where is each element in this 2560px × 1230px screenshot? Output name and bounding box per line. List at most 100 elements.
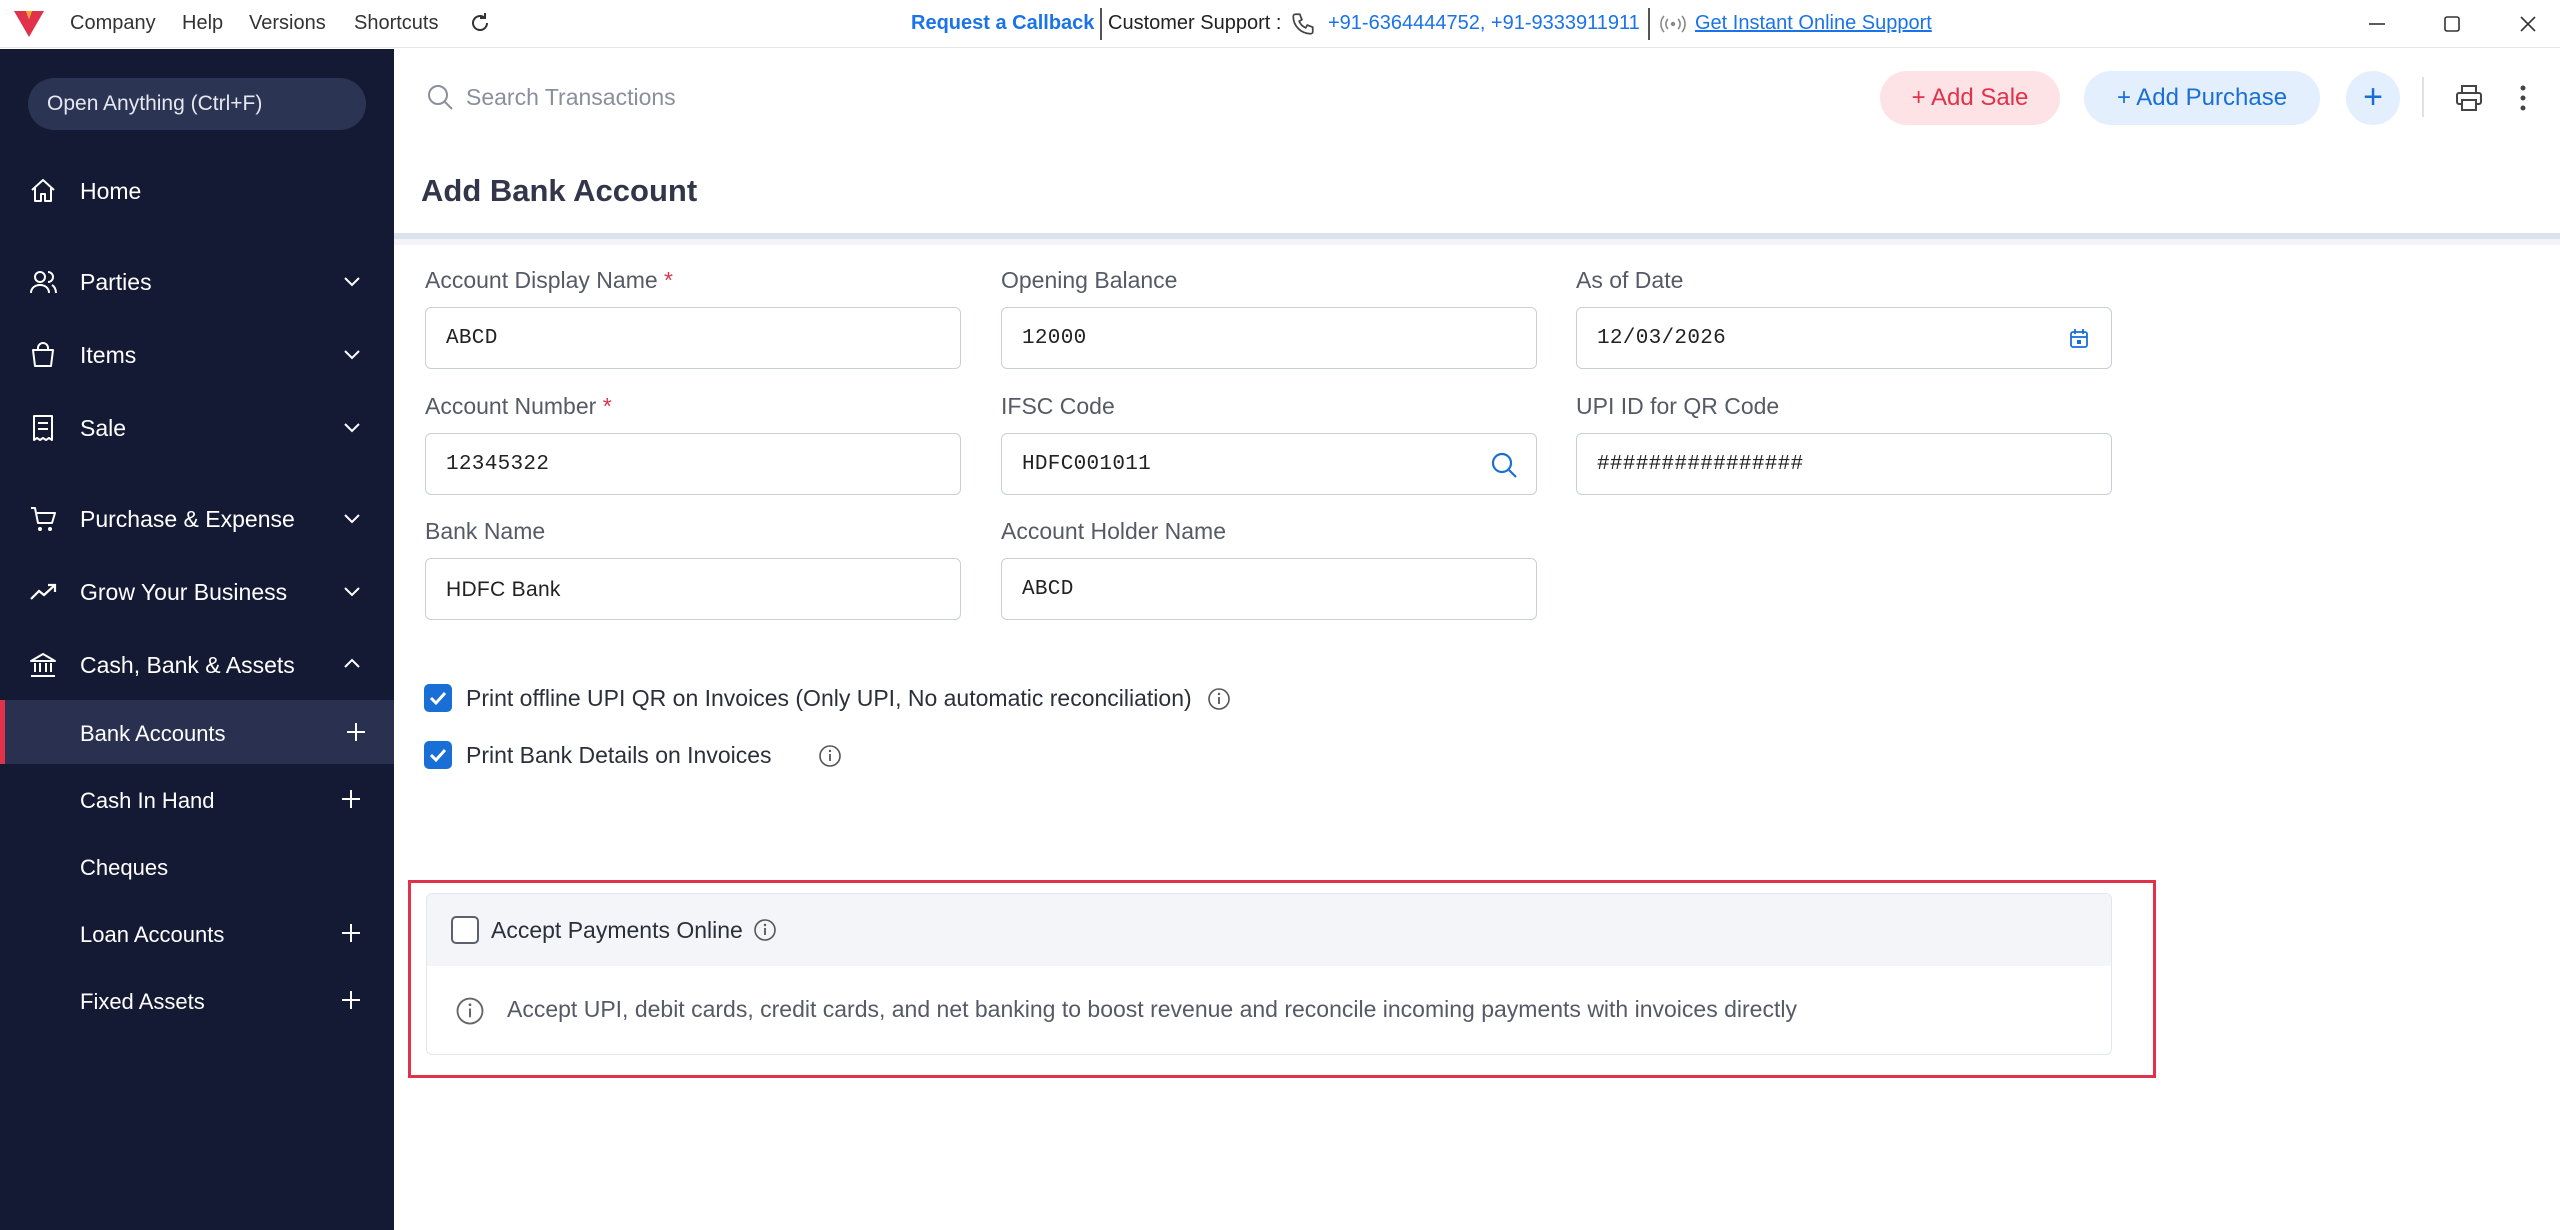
- users-icon: [30, 271, 57, 294]
- bank-name-label: Bank Name: [425, 518, 546, 544]
- sidebar-subitem-label: Loan Accounts: [80, 922, 225, 947]
- field-value: 12/03/2026: [1597, 327, 1727, 350]
- close-icon[interactable]: [2508, 8, 2548, 40]
- search-icon[interactable]: [1490, 451, 1518, 479]
- refresh-icon[interactable]: [468, 11, 492, 35]
- menu-help[interactable]: Help: [182, 12, 223, 35]
- calendar-icon[interactable]: [2065, 325, 2093, 353]
- phone-icon: [1292, 13, 1314, 35]
- plus-icon: +: [2116, 84, 2131, 111]
- divider: [1648, 8, 1650, 40]
- sidebar-item-cash-bank-assets[interactable]: Cash, Bank & Assets: [0, 632, 394, 696]
- sidebar-item-grow-your-business[interactable]: Grow Your Business: [0, 559, 394, 623]
- print-upi-qr-label: Print offline UPI QR on Invoices (Only U…: [466, 685, 1192, 711]
- account-holder-name-label: Account Holder Name: [1001, 518, 1226, 544]
- sidebar-subitem-cheques[interactable]: Cheques: [0, 834, 394, 898]
- checkmark-icon: [429, 691, 447, 706]
- divider: [1100, 8, 1102, 40]
- page-title: Add Bank Account: [421, 173, 698, 208]
- as-of-date-field[interactable]: 12/03/2026: [1576, 307, 2112, 369]
- plus-icon[interactable]: [340, 788, 362, 810]
- account-display-name-label: Account Display Name *: [425, 267, 673, 294]
- bank-name-field[interactable]: HDFC Bank: [425, 558, 961, 620]
- plus-icon[interactable]: [340, 922, 362, 944]
- search-transactions-input[interactable]: [466, 77, 966, 117]
- more-options-icon[interactable]: [2518, 83, 2528, 113]
- maximize-icon[interactable]: [2432, 8, 2472, 40]
- sidebar-item-label: Purchase & Expense: [80, 506, 295, 532]
- chevron-down-icon: [344, 350, 360, 360]
- accept-payments-online-header: Accept Payments Online: [427, 894, 2111, 966]
- sidebar-item-label: Items: [80, 342, 137, 368]
- trend-up-icon: [30, 583, 57, 600]
- accept-payments-online-checkbox[interactable]: [451, 916, 479, 944]
- print-icon[interactable]: [2454, 84, 2484, 112]
- field-value: HDFC001011: [1022, 453, 1152, 476]
- account-number-label: Account Number *: [425, 393, 612, 420]
- menu-versions[interactable]: Versions: [249, 12, 326, 35]
- minimize-icon[interactable]: [2357, 8, 2397, 40]
- print-upi-qr-option: Print offline UPI QR on Invoices (Only U…: [424, 682, 1324, 714]
- accept-payments-online-description: Accept UPI, debit cards, credit cards, a…: [507, 996, 1797, 1022]
- info-icon: [456, 997, 484, 1025]
- sidebar-item-label: Home: [80, 178, 142, 204]
- opening-balance-label: Opening Balance: [1001, 267, 1178, 293]
- menu-shortcuts[interactable]: Shortcuts: [354, 12, 438, 35]
- upi-id-field[interactable]: ################: [1576, 433, 2112, 495]
- add-sale-label: Add Sale: [1930, 84, 2029, 111]
- account-holder-name-field[interactable]: ABCD: [1001, 558, 1537, 620]
- accept-payments-online-card: Accept Payments Online Accept UPI, debit…: [426, 893, 2112, 1055]
- field-value: 12345322: [446, 453, 550, 476]
- account-display-name-field[interactable]: ABCD: [425, 307, 961, 369]
- cart-icon: [31, 507, 56, 531]
- sidebar-subitem-cash-in-hand[interactable]: Cash In Hand: [0, 767, 394, 831]
- main-content: Add Bank Account Account Display Name * …: [394, 147, 2560, 1230]
- sidebar-item-parties[interactable]: Parties: [0, 249, 394, 313]
- search-icon: [428, 85, 453, 110]
- request-callback-link[interactable]: Request a Callback: [911, 12, 1094, 35]
- sidebar-item-home[interactable]: Home: [0, 158, 394, 222]
- bag-icon: [32, 342, 54, 367]
- sidebar-item-items[interactable]: Items: [0, 322, 394, 386]
- sidebar-item-label: Parties: [80, 269, 152, 295]
- menu-company[interactable]: Company: [70, 12, 156, 35]
- sidebar-item-purchase-expense[interactable]: Purchase & Expense: [0, 486, 394, 550]
- sidebar: Open Anything (Ctrl+F) Home Parties Item…: [0, 49, 394, 1230]
- opening-balance-field[interactable]: 12000: [1001, 307, 1537, 369]
- sidebar-item-label: Grow Your Business: [80, 579, 288, 605]
- print-upi-qr-checkbox[interactable]: [424, 684, 452, 712]
- divider: [2422, 77, 2424, 117]
- add-purchase-button[interactable]: + Add Purchase: [2084, 71, 2320, 125]
- add-sale-button[interactable]: + Add Sale: [1880, 71, 2060, 125]
- required-marker: *: [664, 267, 673, 293]
- print-bank-details-option: Print Bank Details on Invoices: [424, 739, 924, 771]
- sidebar-item-sale[interactable]: Sale: [0, 395, 394, 459]
- sidebar-subitem-fixed-assets[interactable]: Fixed Assets: [0, 968, 394, 1032]
- sidebar-item-label: Sale: [80, 415, 127, 441]
- info-icon[interactable]: [753, 918, 777, 942]
- sidebar-subitem-loan-accounts[interactable]: Loan Accounts: [0, 901, 394, 965]
- print-bank-details-checkbox[interactable]: [424, 741, 452, 769]
- field-value: ABCD: [1022, 578, 1074, 601]
- chevron-down-icon: [344, 514, 360, 524]
- plus-icon[interactable]: [345, 721, 367, 743]
- sidebar-subitem-label: Bank Accounts: [80, 721, 226, 746]
- chevron-up-icon: [344, 658, 360, 668]
- support-phone-numbers[interactable]: +91-6364444752, +91-9333911911: [1328, 12, 1640, 35]
- ifsc-code-field[interactable]: HDFC001011: [1001, 433, 1537, 495]
- open-anything-search[interactable]: Open Anything (Ctrl+F): [28, 78, 366, 130]
- label-text: Account Number: [425, 393, 597, 419]
- plus-icon[interactable]: [340, 989, 362, 1011]
- add-purchase-label: Add Purchase: [2136, 84, 2288, 111]
- info-icon[interactable]: [818, 744, 842, 768]
- bank-icon: [30, 653, 56, 677]
- sidebar-item-label: Cash, Bank & Assets: [80, 652, 295, 678]
- info-icon[interactable]: [1207, 687, 1231, 711]
- chevron-down-icon: [344, 423, 360, 433]
- account-number-field[interactable]: 12345322: [425, 433, 961, 495]
- sidebar-subitem-bank-accounts[interactable]: Bank Accounts: [0, 700, 394, 764]
- quick-add-button[interactable]: +: [2346, 71, 2400, 125]
- bank-account-form: Account Display Name * ABCD Opening Bala…: [394, 245, 2560, 1230]
- receipt-icon: [33, 415, 53, 441]
- online-support-link[interactable]: Get Instant Online Support: [1695, 12, 1932, 35]
